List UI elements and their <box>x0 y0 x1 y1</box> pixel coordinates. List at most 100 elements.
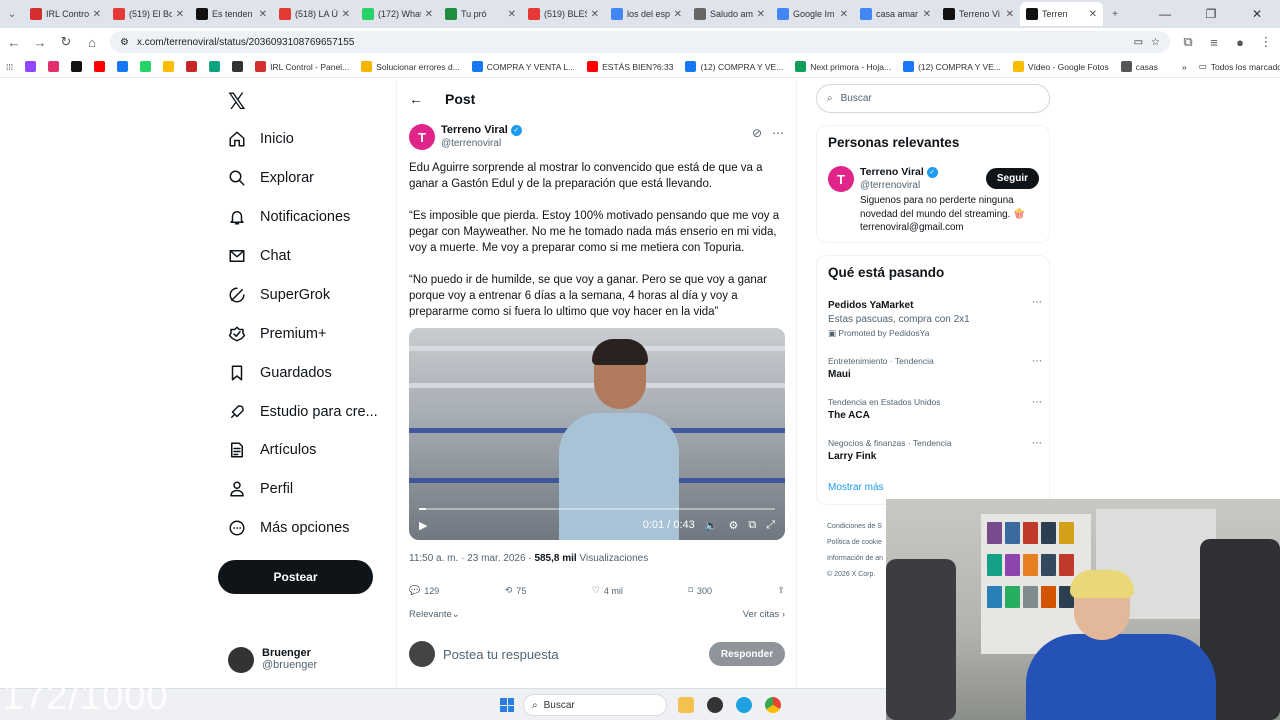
bookmarks-more-button[interactable]: » <box>1182 62 1187 72</box>
share-button[interactable]: ⇪ <box>777 585 785 596</box>
bookmark-item[interactable] <box>117 61 129 72</box>
media-icon[interactable]: ≡ <box>1206 35 1222 50</box>
show-more-link[interactable]: Mostrar más <box>828 482 884 493</box>
reload-icon[interactable]: ↻ <box>58 34 74 50</box>
settings-icon[interactable]: ⚙ <box>728 519 738 532</box>
bookmark-item[interactable] <box>163 61 175 72</box>
author-handle[interactable]: @terrenoviral <box>441 138 522 149</box>
reply-input[interactable]: Postea tu respuesta <box>443 647 701 662</box>
browser-tab[interactable]: (518) LA Ú ✕ <box>273 2 356 26</box>
file-explorer-icon[interactable] <box>678 697 694 713</box>
taskbar-search[interactable]: ⌕ Buscar <box>523 694 667 716</box>
repost-button[interactable]: ⟲ 75 <box>505 585 527 596</box>
sort-dropdown[interactable]: Relevante⌄ <box>409 609 460 620</box>
bookmark-item[interactable] <box>232 61 244 72</box>
author-name[interactable]: Terreno Viral <box>441 124 508 136</box>
close-icon[interactable]: ✕ <box>259 9 267 20</box>
rel-name[interactable]: Terreno Viral <box>860 166 924 178</box>
nav-item-supergrok[interactable]: SuperGrok <box>228 283 330 307</box>
browser-tab[interactable]: Terreno Vi ✕ <box>937 2 1020 26</box>
nav-item-art-culos[interactable]: Artículos <box>228 438 316 462</box>
post-button[interactable]: Postear <box>218 560 373 594</box>
site-info-icon[interactable]: ⚙ <box>120 37 129 48</box>
like-button[interactable]: ♡ 4 mil <box>592 585 623 596</box>
browser-tab[interactable]: Saludo am ✕ <box>688 2 771 26</box>
menu-icon[interactable]: ⋮ <box>1258 34 1274 50</box>
reply-submit-button[interactable]: Responder <box>709 642 785 666</box>
browser-tab[interactable]: Es tenden ✕ <box>190 2 273 26</box>
footer-link[interactable]: Condiciones de S <box>827 519 883 535</box>
post-timestamp[interactable]: 11:50 a. m. · 23 mar. 2026 · <box>409 553 534 564</box>
fullscreen-icon[interactable]: ⤢ <box>766 519 775 532</box>
edge-icon[interactable] <box>736 697 752 713</box>
video-player[interactable]: ▶ 0:01 / 0:43 🔈 ⚙ ⧉ ⤢ <box>409 328 785 540</box>
url-bar[interactable]: ⚙ x.com/terrenoviral/status/203609310876… <box>110 31 1170 53</box>
browser-tab[interactable]: Terren ✕ <box>1020 2 1103 26</box>
back-icon[interactable]: ← <box>6 35 22 50</box>
nav-item-m-s-opciones[interactable]: Más opciones <box>228 516 349 540</box>
bookmark-item[interactable]: Vídeo - Google Fotos <box>1012 61 1109 72</box>
x-logo-icon[interactable]: 𝕏 <box>228 89 246 115</box>
close-icon[interactable]: ✕ <box>342 9 350 20</box>
browser-tab[interactable]: IRL Contro ✕ <box>24 2 107 26</box>
author-avatar[interactable]: T <box>409 124 435 150</box>
bookmark-item[interactable] <box>71 61 83 72</box>
nav-item-perfil[interactable]: Perfil <box>228 477 293 501</box>
reply-button[interactable]: 💬 129 <box>409 585 439 596</box>
star-icon[interactable]: ☆ <box>1151 37 1160 48</box>
browser-tab[interactable]: (519) BLES ✕ <box>522 2 605 26</box>
bookmark-item[interactable]: ESTÁS BIEN?6:33 <box>587 61 673 72</box>
browser-tab[interactable]: casa amar ✕ <box>854 2 937 26</box>
more-icon[interactable]: ⋯ <box>1032 297 1042 308</box>
grok-icon[interactable]: ⊘ <box>752 126 762 140</box>
more-icon[interactable]: ⋯ <box>1032 438 1042 449</box>
chrome-icon[interactable] <box>765 697 781 713</box>
windows-start-icon[interactable] <box>500 698 514 712</box>
footer-link[interactable]: Política de cookie <box>827 535 883 551</box>
browser-tab[interactable]: Google Im ✕ <box>771 2 854 26</box>
nav-item-premium[interactable]: Premium+ <box>228 322 326 346</box>
close-icon[interactable]: ✕ <box>591 9 599 20</box>
close-icon[interactable]: ✕ <box>1089 9 1097 20</box>
extensions-icon[interactable]: ⧉ <box>1180 34 1196 50</box>
view-quotes-link[interactable]: Ver citas › <box>743 609 785 620</box>
more-icon[interactable]: ⋯ <box>1032 397 1042 408</box>
close-icon[interactable]: ✕ <box>176 9 184 20</box>
back-arrow-icon[interactable]: ← <box>409 91 423 107</box>
tab-list-button[interactable]: ⌄ <box>4 2 24 26</box>
close-icon[interactable]: ✕ <box>923 9 931 20</box>
close-icon[interactable]: ✕ <box>93 9 101 20</box>
home-icon[interactable]: ⌂ <box>84 35 100 50</box>
bookmark-item[interactable]: (12) COMPRA Y VE... <box>685 61 783 72</box>
trend-item[interactable]: Entretenimiento · Tendencia Maui ⋯ <box>828 356 1042 380</box>
close-icon[interactable]: ✕ <box>508 9 516 20</box>
close-icon[interactable]: ✕ <box>840 9 848 20</box>
avatar[interactable]: T <box>828 166 854 192</box>
browser-tab[interactable]: los del esp ✕ <box>605 2 688 26</box>
bookmark-item[interactable] <box>140 61 152 72</box>
search-input[interactable]: ⌕ Buscar <box>816 84 1050 113</box>
close-icon[interactable]: ✕ <box>425 9 433 20</box>
nav-item-explorar[interactable]: Explorar <box>228 166 314 190</box>
volume-icon[interactable]: 🔈 <box>705 519 719 532</box>
bookmark-item[interactable]: IRL Control - Panel... <box>255 61 349 72</box>
post-author[interactable]: T Terreno Viral ✓ @terrenoviral <box>409 124 522 150</box>
bookmark-item[interactable] <box>209 61 221 72</box>
bookmark-item[interactable]: Solucionar errores d... <box>361 61 460 72</box>
bookmark-item[interactable] <box>94 61 106 72</box>
browser-tab[interactable]: (519) El Bo ✕ <box>107 2 190 26</box>
nav-item-guardados[interactable]: Guardados <box>228 361 332 385</box>
minimize-button[interactable]: — <box>1142 7 1188 21</box>
bookmark-item[interactable]: Next primora - Hoja... <box>795 61 891 72</box>
trend-item[interactable]: Pedidos YaMarket Estas pascuas, compra c… <box>828 297 1042 339</box>
close-window-button[interactable]: ✕ <box>1234 7 1280 21</box>
obs-icon[interactable] <box>707 697 723 713</box>
new-tab-button[interactable]: + <box>1103 2 1127 26</box>
nav-item-notificaciones[interactable]: Notificaciones <box>228 205 350 229</box>
browser-tab[interactable]: Tu pró ✕ <box>439 2 522 26</box>
bookmark-button[interactable]: ⌑ 300 <box>688 585 712 596</box>
footer-link[interactable]: Información de an <box>827 551 883 567</box>
bookmark-item[interactable]: COMPRA Y VENTA L... <box>471 61 575 72</box>
nav-item-chat[interactable]: Chat <box>228 244 291 268</box>
more-icon[interactable]: ⋯ <box>772 126 784 140</box>
